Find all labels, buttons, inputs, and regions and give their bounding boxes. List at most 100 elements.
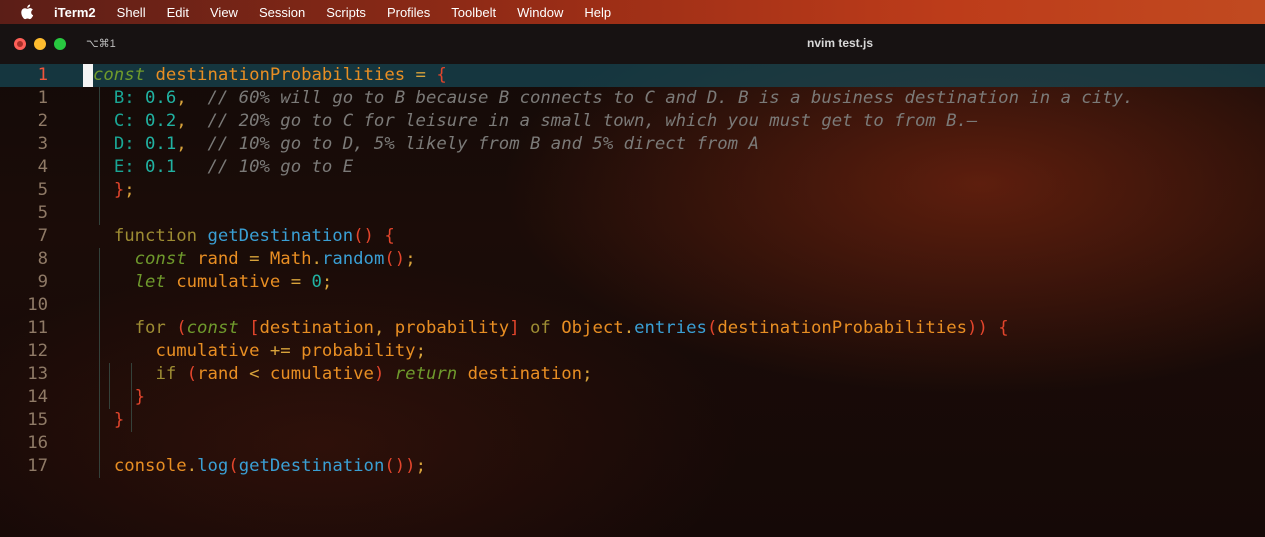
code-token: , [176, 134, 208, 154]
code-text: cumulative += probability; [93, 340, 426, 363]
code-token: const [93, 65, 146, 85]
code-token: Math [269, 249, 312, 269]
code-line[interactable]: 12 cumulative += probability; [0, 340, 1265, 363]
line-number: 11 [27, 318, 48, 338]
menu-toolbelt[interactable]: Toolbelt [451, 5, 496, 20]
code-text: }; [93, 179, 135, 202]
code-line[interactable]: 2 C: 0.2, // 20% go to C for leisure in … [0, 110, 1265, 133]
window-title: nvim test.js [806, 36, 874, 50]
code-token: destination [259, 318, 374, 338]
menu-shell[interactable]: Shell [117, 5, 146, 20]
menu-session[interactable]: Session [259, 5, 305, 20]
code-token: destination [467, 364, 583, 384]
code-token: . [311, 249, 322, 269]
code-text: } [93, 386, 145, 409]
code-token: } [134, 387, 146, 407]
menu-edit[interactable]: Edit [167, 5, 189, 20]
code-line[interactable]: 5 [0, 202, 1265, 225]
code-token: () [353, 226, 374, 246]
code-line[interactable]: 15 } [0, 409, 1265, 432]
line-number: 9 [37, 272, 48, 292]
line-number: 8 [37, 249, 48, 269]
code-token: // 60% will go to B because B connects t… [207, 88, 1134, 108]
code-token: ( [176, 318, 187, 338]
code-line[interactable]: 10 [0, 294, 1265, 317]
code-token: log [197, 456, 229, 476]
code-token: = [238, 249, 270, 269]
window-titlebar[interactable]: ⌥⌘1 nvim test.js [0, 24, 1265, 64]
menu-profiles[interactable]: Profiles [387, 5, 430, 20]
code-line[interactable]: 16 [0, 432, 1265, 455]
code-token: ()) [384, 456, 416, 476]
code-token: += [259, 341, 302, 361]
code-token: ; [124, 180, 135, 200]
line-number: 12 [27, 341, 48, 361]
menu-app-name[interactable]: iTerm2 [54, 5, 96, 20]
code-token: return [394, 364, 458, 384]
code-token: , [176, 88, 208, 108]
code-text: E: 0.1 // 10% go to E [93, 156, 353, 179]
code-editor[interactable]: 1 const destinationProbabilities = {1 B: … [0, 64, 1265, 537]
line-number: 14 [27, 387, 48, 407]
code-token: { [384, 226, 395, 246]
code-token: 0.1 [145, 157, 177, 177]
code-line[interactable]: 14 } [0, 386, 1265, 409]
code-token: () [384, 249, 406, 269]
code-line[interactable]: 7 function getDestination() { [0, 225, 1265, 248]
line-number: 1 [37, 88, 48, 108]
code-token: , [373, 318, 395, 338]
code-token: ] [509, 318, 520, 338]
code-line[interactable]: 1 const destinationProbabilities = { [0, 64, 1265, 87]
code-token: 0.6 [145, 88, 177, 108]
code-token: random [321, 249, 385, 269]
code-text: D: 0.1, // 10% go to D, 5% likely from B… [93, 133, 759, 156]
code-token: console [113, 456, 187, 476]
code-token: probability [301, 341, 416, 361]
code-line[interactable]: 4 E: 0.1 // 10% go to E [0, 156, 1265, 179]
code-line[interactable]: 17 console.log(getDestination()); [0, 455, 1265, 478]
code-token: { [998, 318, 1009, 338]
code-token: ( [228, 456, 239, 476]
apple-icon[interactable] [20, 4, 34, 20]
code-token: // 20% go to C for leisure in a small to… [207, 111, 978, 131]
code-token: ; [321, 272, 333, 292]
code-text: const destinationProbabilities = { [93, 64, 447, 87]
text-cursor [83, 64, 93, 87]
code-line[interactable]: 9 let cumulative = 0; [0, 271, 1265, 294]
code-token: ; [582, 364, 593, 384]
code-line[interactable]: 5 }; [0, 179, 1265, 202]
menu-bar: iTerm2 Shell Edit View Session Scripts P… [0, 0, 1265, 24]
code-token: , [176, 111, 208, 131]
code-token: 0.2 [145, 111, 177, 131]
menu-window[interactable]: Window [517, 5, 563, 20]
code-line[interactable]: 3 D: 0.1, // 10% go to D, 5% likely from… [0, 133, 1265, 156]
code-token: B: [113, 88, 135, 108]
code-token: ; [415, 456, 426, 476]
code-token: getDestination [238, 456, 385, 476]
code-text: if (rand < cumulative) return destinatio… [93, 363, 592, 386]
line-number: 1 [37, 65, 48, 85]
code-line[interactable]: 8 const rand = Math.random(); [0, 248, 1265, 271]
code-token: if [155, 364, 177, 384]
menu-help[interactable]: Help [584, 5, 611, 20]
code-line[interactable]: 11 for (const [destination, probability]… [0, 317, 1265, 340]
code-token: let [134, 272, 166, 292]
menu-view[interactable]: View [210, 5, 238, 20]
code-token: E: [113, 157, 135, 177]
code-token: // 10% go to D, 5% likely from B and 5% … [207, 134, 759, 154]
code-line[interactable]: 13 if (rand < cumulative) return destina… [0, 363, 1265, 386]
code-line[interactable]: 1 B: 0.6, // 60% will go to B because B … [0, 87, 1265, 110]
code-text: console.log(getDestination()); [93, 455, 426, 478]
code-token: . [186, 456, 198, 476]
menu-scripts[interactable]: Scripts [326, 5, 366, 20]
